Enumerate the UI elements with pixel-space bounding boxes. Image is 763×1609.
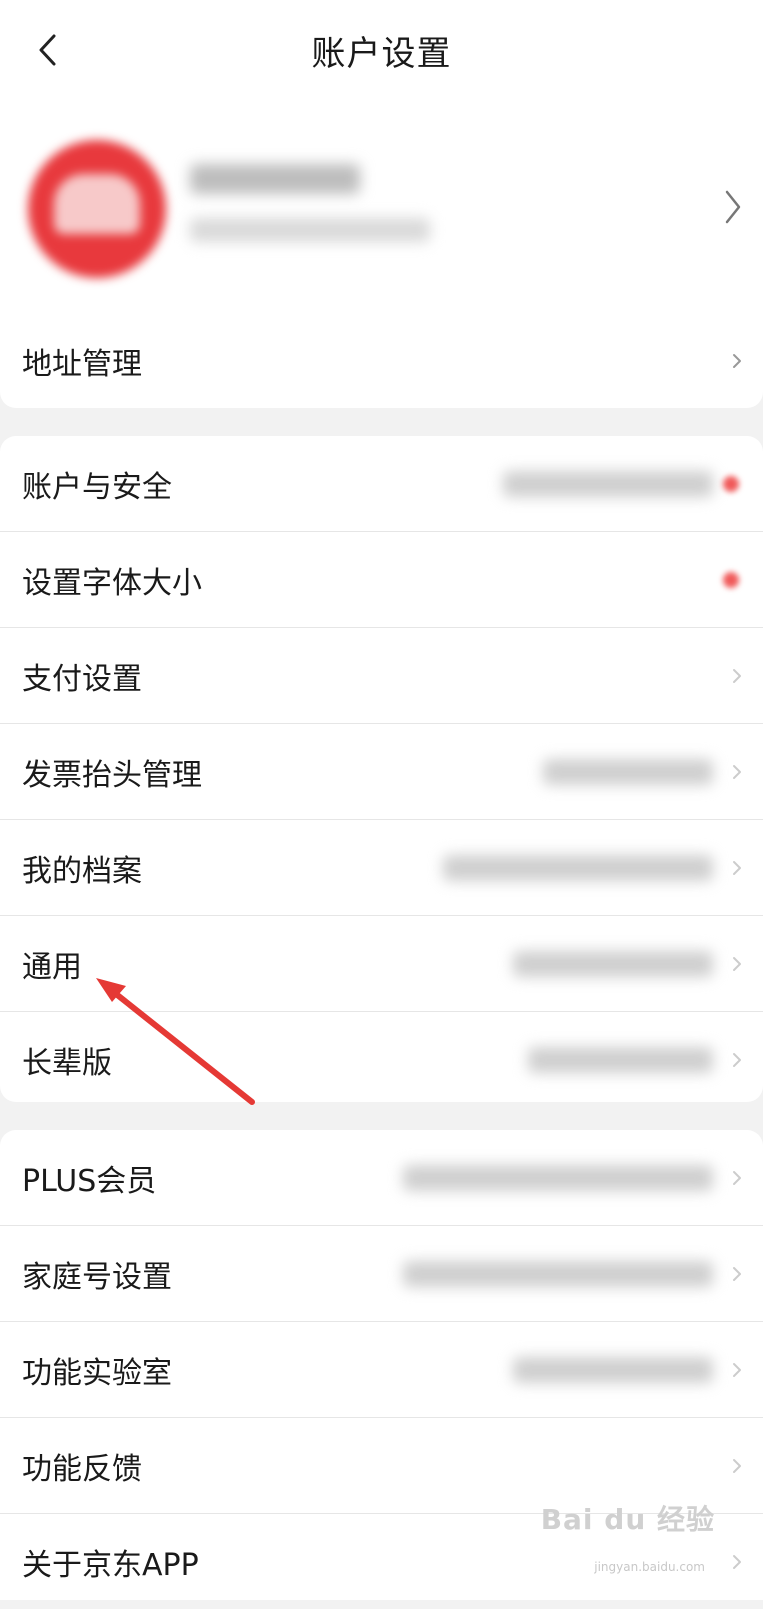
row-label: 功能实验室 bbox=[22, 1355, 172, 1391]
row-label: PLUS会员 bbox=[22, 1163, 157, 1199]
row-label: 设置字体大小 bbox=[22, 565, 202, 601]
chevron-right-icon bbox=[725, 190, 741, 224]
blurred-value bbox=[513, 1356, 713, 1383]
blurred-username bbox=[190, 164, 360, 194]
chevron-right-icon bbox=[733, 1458, 741, 1473]
page-title: 账户设置 bbox=[311, 34, 452, 74]
avatar bbox=[28, 140, 166, 278]
row-elder-mode[interactable]: 长辈版 bbox=[0, 1012, 763, 1107]
row-address-management[interactable]: 地址管理 bbox=[0, 314, 763, 408]
blurred-value bbox=[443, 854, 713, 881]
row-label: 关于京东APP bbox=[22, 1547, 199, 1583]
settings-group-main: 账户与安全 设置字体大小 支付设置 发票抬头管理 我的档案 通用 长辈版 bbox=[0, 436, 763, 1102]
row-label: 通用 bbox=[22, 949, 82, 985]
row-feature-lab[interactable]: 功能实验室 bbox=[0, 1322, 763, 1418]
notification-dot bbox=[723, 475, 739, 492]
chevron-right-icon bbox=[733, 1170, 741, 1185]
row-label: 家庭号设置 bbox=[22, 1259, 172, 1295]
top-bar: 账户设置 bbox=[0, 0, 763, 100]
chevron-right-icon bbox=[733, 956, 741, 971]
address-card: 地址管理 bbox=[0, 314, 763, 408]
chevron-right-icon bbox=[733, 1052, 741, 1067]
blurred-value bbox=[503, 470, 713, 497]
blurred-value bbox=[528, 1046, 713, 1073]
row-label: 功能反馈 bbox=[22, 1451, 142, 1487]
row-label: 账户与安全 bbox=[22, 469, 172, 505]
row-font-size[interactable]: 设置字体大小 bbox=[0, 532, 763, 628]
blurred-user-info bbox=[190, 218, 430, 242]
blurred-value bbox=[543, 758, 713, 785]
row-label: 我的档案 bbox=[22, 853, 142, 889]
chevron-right-icon bbox=[733, 1362, 741, 1377]
row-my-profile[interactable]: 我的档案 bbox=[0, 820, 763, 916]
chevron-right-icon bbox=[733, 764, 741, 779]
chevron-right-icon bbox=[733, 354, 741, 368]
chevron-right-icon bbox=[733, 668, 741, 683]
row-label: 地址管理 bbox=[22, 347, 142, 382]
blurred-value bbox=[403, 1164, 713, 1191]
blurred-value bbox=[403, 1260, 713, 1287]
chevron-right-icon bbox=[733, 1554, 741, 1569]
watermark-url: jingyan.baidu.com bbox=[594, 1560, 705, 1574]
chevron-right-icon bbox=[733, 1266, 741, 1281]
blurred-value bbox=[513, 950, 713, 977]
chevron-right-icon bbox=[733, 860, 741, 875]
row-label: 支付设置 bbox=[22, 661, 142, 697]
watermark-logo: Bai du 经验 bbox=[540, 1503, 715, 1536]
notification-dot bbox=[723, 571, 739, 588]
row-account-security[interactable]: 账户与安全 bbox=[0, 436, 763, 532]
row-payment-settings[interactable]: 支付设置 bbox=[0, 628, 763, 724]
profile-card[interactable] bbox=[0, 100, 763, 315]
row-plus-member[interactable]: PLUS会员 bbox=[0, 1130, 763, 1226]
row-label: 发票抬头管理 bbox=[22, 757, 202, 793]
row-general[interactable]: 通用 bbox=[0, 916, 763, 1012]
row-invoice-header[interactable]: 发票抬头管理 bbox=[0, 724, 763, 820]
row-family-account[interactable]: 家庭号设置 bbox=[0, 1226, 763, 1322]
row-label: 长辈版 bbox=[22, 1045, 112, 1081]
